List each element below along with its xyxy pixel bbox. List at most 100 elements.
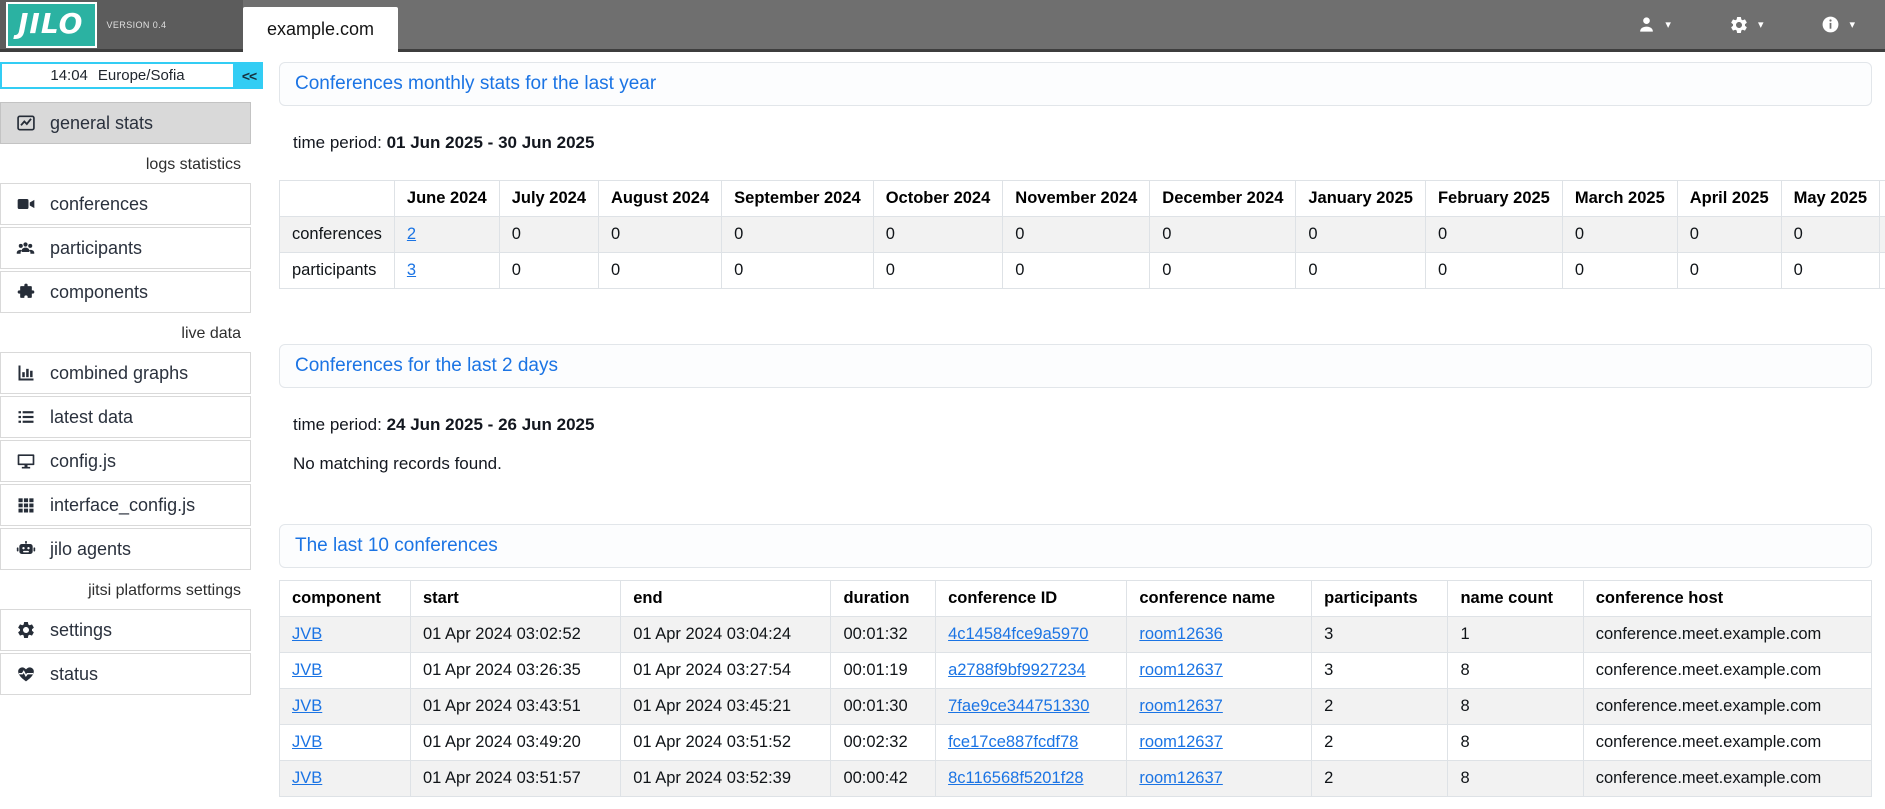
component-link[interactable]: JVB: [292, 697, 322, 715]
sidebar-item-conferences[interactable]: conferences: [0, 183, 251, 225]
no-records-message: No matching records found.: [293, 454, 1872, 474]
time-period-value: 24 Jun 2025 - 26 Jun 2025: [387, 415, 595, 434]
sidebar-item-latest-data[interactable]: latest data: [0, 396, 251, 438]
tab-platform[interactable]: example.com: [243, 7, 398, 52]
monthly-stats-table: June 2024July 2024August 2024September 2…: [279, 180, 1885, 289]
stat-cell: 3: [394, 253, 499, 289]
column-header: October 2024: [873, 181, 1003, 217]
column-header: December 2024: [1150, 181, 1296, 217]
conference-name-link[interactable]: room12637: [1139, 769, 1222, 787]
sidebar-item-label: jilo agents: [50, 539, 131, 560]
component-link[interactable]: JVB: [292, 661, 322, 679]
column-header: conference name: [1127, 581, 1312, 617]
cell: 00:01:32: [831, 617, 936, 653]
cell: JVB: [280, 617, 411, 653]
main-content: Conferences monthly stats for the last y…: [279, 62, 1872, 797]
cell: conference.meet.example.com: [1583, 617, 1871, 653]
sidebar-collapse-button[interactable]: <<: [235, 62, 263, 89]
stat-cell: 0: [499, 217, 598, 253]
table-row: JVB01 Apr 2024 03:26:3501 Apr 2024 03:27…: [280, 653, 1872, 689]
stat-cell: 0: [722, 253, 874, 289]
cell: 7fae9ce344751330: [936, 689, 1127, 725]
conference-name-link[interactable]: room12636: [1139, 625, 1222, 643]
sidebar-item-interface-config-js[interactable]: interface_config.js: [0, 484, 251, 526]
cell: 01 Apr 2024 03:27:54: [621, 653, 831, 689]
cell: 01 Apr 2024 03:02:52: [411, 617, 621, 653]
cell: 01 Apr 2024 03:04:24: [621, 617, 831, 653]
conference-id-link[interactable]: a2788f9bf9927234: [948, 661, 1086, 679]
recent-conferences-card-header[interactable]: Conferences for the last 2 days: [279, 344, 1872, 388]
info-icon: [1821, 15, 1840, 34]
cell: 4c14584fce9a5970: [936, 617, 1127, 653]
column-header: duration: [831, 581, 936, 617]
conference-name-link[interactable]: room12637: [1139, 697, 1222, 715]
sidebar-item-combined-graphs[interactable]: combined graphs: [0, 352, 251, 394]
time-period-value: 01 Jun 2025 - 30 Jun 2025: [387, 133, 595, 152]
last-conferences-title: The last 10 conferences: [295, 535, 498, 557]
caret-down-icon: ▾: [1665, 18, 1671, 31]
component-link[interactable]: JVB: [292, 769, 322, 787]
row-label: participants: [280, 253, 395, 289]
app-logo: JILO: [6, 2, 97, 48]
sidebar-item-general-stats[interactable]: general stats: [0, 102, 251, 144]
cell: 8: [1448, 689, 1583, 725]
column-header: June 2024: [394, 181, 499, 217]
cell: room12637: [1127, 689, 1312, 725]
stat-link[interactable]: 3: [407, 261, 416, 279]
conference-id-link[interactable]: 8c116568f5201f28: [948, 769, 1084, 787]
sidebar-item-components[interactable]: components: [0, 271, 251, 313]
cell: 00:01:19: [831, 653, 936, 689]
sidebar-item-label: conferences: [50, 194, 148, 215]
robot-icon: [14, 539, 37, 559]
cell: 00:02:32: [831, 725, 936, 761]
sidebar-item-config-js[interactable]: config.js: [0, 440, 251, 482]
monthly-stats-card-header[interactable]: Conferences monthly stats for the last y…: [279, 62, 1872, 106]
monitor-icon: [14, 451, 37, 471]
heart-pulse-icon: [14, 664, 37, 684]
component-link[interactable]: JVB: [292, 625, 322, 643]
table-row: JVB01 Apr 2024 03:43:5101 Apr 2024 03:45…: [280, 689, 1872, 725]
sidebar-item-settings[interactable]: settings: [0, 609, 251, 651]
component-link[interactable]: JVB: [292, 733, 322, 751]
sidebar-item-participants[interactable]: participants: [0, 227, 251, 269]
conference-id-link[interactable]: 4c14584fce9a5970: [948, 625, 1088, 643]
last-conferences-card-header[interactable]: The last 10 conferences: [279, 524, 1872, 568]
time-period-label: time period:: [293, 415, 382, 434]
settings-menu[interactable]: ▾: [1729, 15, 1764, 35]
conference-name-link[interactable]: room12637: [1139, 733, 1222, 751]
conference-id-link[interactable]: 7fae9ce344751330: [948, 697, 1089, 715]
cell: 3: [1312, 653, 1448, 689]
info-menu[interactable]: ▾: [1821, 15, 1855, 34]
cell: conference.meet.example.com: [1583, 653, 1871, 689]
column-header: April 2025: [1677, 181, 1781, 217]
cell: 00:01:30: [831, 689, 936, 725]
sidebar-item-label: interface_config.js: [50, 495, 195, 516]
monthly-stats-title: Conferences monthly stats for the last y…: [295, 73, 656, 95]
top-header: JILO VERSION 0.4 example.com ▾▾▾: [0, 0, 1885, 52]
sidebar-item-jilo-agents[interactable]: jilo agents: [0, 528, 251, 570]
sidebar-item-status[interactable]: status: [0, 653, 251, 695]
stat-cell: 0: [1562, 253, 1677, 289]
stat-link[interactable]: 2: [407, 225, 416, 243]
table-row: JVB01 Apr 2024 03:49:2001 Apr 2024 03:51…: [280, 725, 1872, 761]
stat-cell: 0: [1296, 253, 1426, 289]
conference-name-link[interactable]: room12637: [1139, 661, 1222, 679]
users-icon: [14, 238, 37, 259]
sidebar-item-label: latest data: [50, 407, 133, 428]
cell: conference.meet.example.com: [1583, 689, 1871, 725]
column-header: conference ID: [936, 581, 1127, 617]
stat-cell: 0: [599, 217, 722, 253]
cell: 3: [1312, 617, 1448, 653]
clock-row: 14:04 Europe/Sofia <<: [0, 62, 265, 89]
stat-cell: 0: [722, 217, 874, 253]
table-row: JVB 01 Apr 2024 03:02:5201 Apr 2024 03:04…: [280, 617, 1872, 653]
sidebar: 14:04 Europe/Sofia << general statslogs …: [0, 62, 265, 697]
cell: 01 Apr 2024 03:49:20: [411, 725, 621, 761]
user-menu[interactable]: ▾: [1637, 15, 1671, 34]
conference-id-link[interactable]: fce17ce887fcdf78: [948, 733, 1078, 751]
cell: 2: [1312, 725, 1448, 761]
stat-cell: 0: [1781, 253, 1879, 289]
table-header-row: componentstartenddurationconference IDco…: [280, 581, 1872, 617]
column-header: November 2024: [1003, 181, 1150, 217]
header-menus: ▾ ▾ ▾: [1637, 0, 1885, 49]
